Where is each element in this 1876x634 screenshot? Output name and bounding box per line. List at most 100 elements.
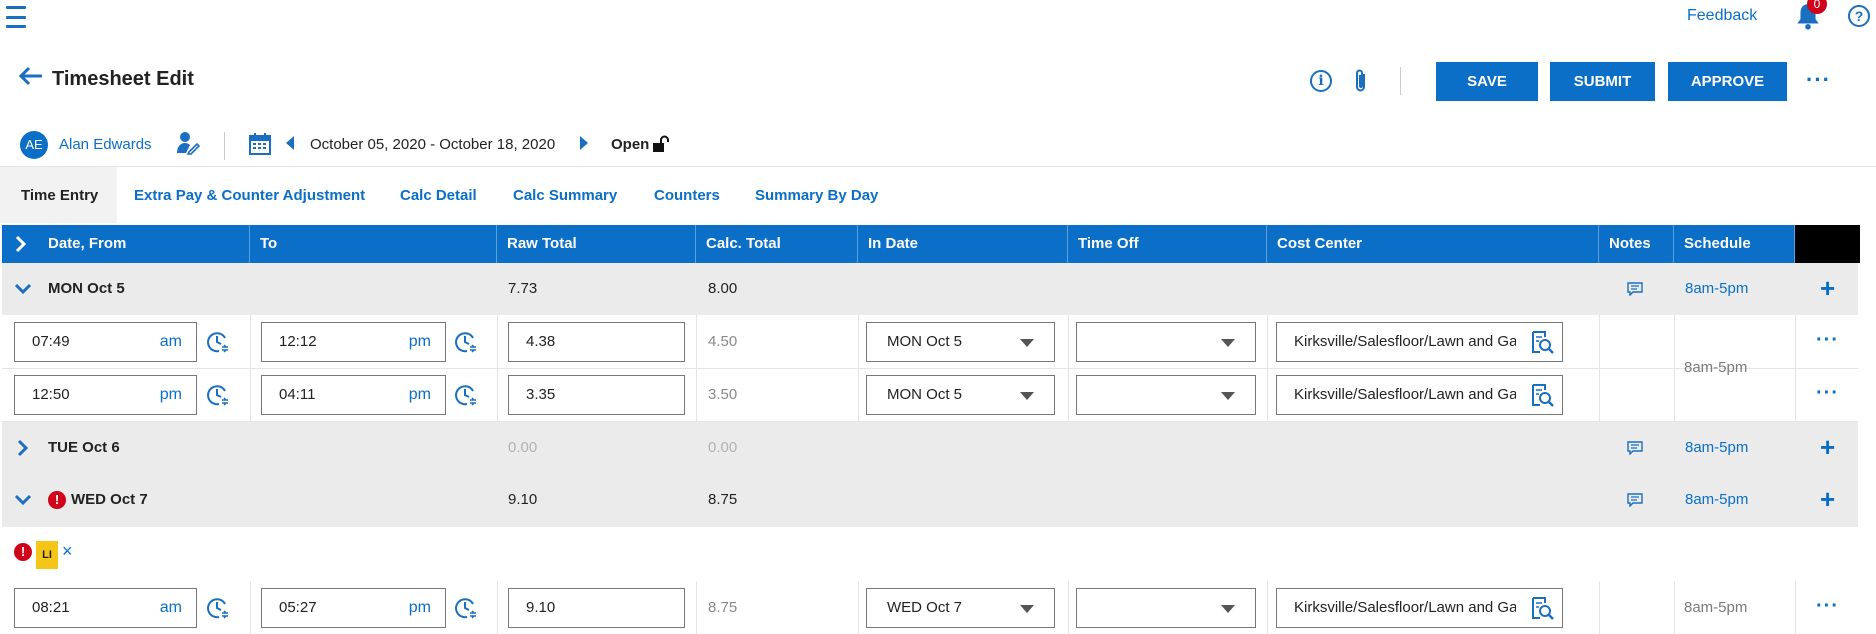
from-time-input[interactable]: 12:50 pm <box>14 375 197 415</box>
raw-total-input[interactable]: 9.10 <box>508 588 685 628</box>
divider <box>497 315 498 368</box>
tab-extra-pay[interactable]: Extra Pay & Counter Adjustment <box>134 187 365 204</box>
column-header-schedule[interactable]: Schedule <box>1674 225 1795 263</box>
add-entry-icon[interactable]: + <box>1820 486 1835 512</box>
chevron-right-icon[interactable] <box>14 439 32 457</box>
tab-summary-by-day[interactable]: Summary By Day <box>755 187 878 204</box>
tab-counters[interactable]: Counters <box>654 187 720 204</box>
tab-calc-detail[interactable]: Calc Detail <box>400 187 477 204</box>
in-date-select[interactable]: MON Oct 5 <box>866 375 1055 415</box>
add-entry-icon[interactable]: + <box>1820 275 1835 301</box>
notes-icon[interactable] <box>1627 493 1643 507</box>
clock-icon[interactable] <box>206 383 230 407</box>
column-header-raw-total[interactable]: Raw Total <box>497 225 696 263</box>
time-off-select[interactable] <box>1076 375 1256 415</box>
lookup-icon[interactable] <box>1530 330 1554 354</box>
tab-time-entry[interactable]: Time Entry <box>21 187 98 204</box>
to-ampm[interactable]: pm <box>409 386 431 404</box>
add-entry-icon[interactable]: + <box>1820 434 1835 460</box>
row-more-options-icon[interactable]: ··· <box>1816 596 1839 616</box>
clock-icon[interactable] <box>454 383 478 407</box>
cost-center-input[interactable]: Kirksville/Salesfloor/Lawn and Garden <box>1276 322 1563 362</box>
day-row-mon[interactable]: MON Oct 5 7.73 8.00 8am-5pm + <box>2 263 1858 315</box>
remove-exception-icon[interactable]: × <box>62 541 73 562</box>
to-time-input[interactable]: 05:27 pm <box>261 588 446 628</box>
attachment-icon[interactable] <box>1354 68 1368 94</box>
notes-icon[interactable] <box>1627 282 1643 296</box>
timesheet-status: Open <box>611 136 650 153</box>
approve-button[interactable]: APPROVE <box>1668 62 1787 101</box>
divider <box>1674 315 1675 368</box>
clock-icon[interactable] <box>454 596 478 620</box>
column-header-time-off[interactable]: Time Off <box>1068 225 1267 263</box>
more-options-icon[interactable]: ··· <box>1806 69 1831 91</box>
cost-center-input[interactable]: Kirksville/Salesfloor/Lawn and Garden <box>1276 588 1563 628</box>
day-label: MON Oct 5 <box>48 280 125 297</box>
clock-icon[interactable] <box>206 330 230 354</box>
schedule-link[interactable]: 8am-5pm <box>1685 280 1748 297</box>
from-ampm[interactable]: am <box>160 599 182 617</box>
previous-period-icon[interactable] <box>286 136 294 150</box>
clock-icon[interactable] <box>454 330 478 354</box>
caret-down-icon <box>1221 605 1235 613</box>
row-more-options-icon[interactable]: ··· <box>1816 383 1839 403</box>
chevron-down-icon[interactable] <box>14 280 32 298</box>
employee-name-link[interactable]: Alan Edwards <box>59 136 152 153</box>
save-button[interactable]: SAVE <box>1436 62 1538 101</box>
divider <box>250 315 251 368</box>
exception-badge[interactable]: LI <box>36 541 58 569</box>
from-ampm[interactable]: am <box>160 333 182 351</box>
cost-center-input[interactable]: Kirksville/Salesfloor/Lawn and Garden <box>1276 375 1563 415</box>
to-time-input[interactable]: 12:12 pm <box>261 322 446 362</box>
clock-icon[interactable] <box>206 596 230 620</box>
grid-header: Date, From To Raw Total Calc. Total In D… <box>2 225 1860 263</box>
divider <box>1267 315 1268 368</box>
in-date-select[interactable]: WED Oct 7 <box>866 588 1055 628</box>
from-time-input[interactable]: 08:21 am <box>14 588 197 628</box>
chevron-down-icon[interactable] <box>14 491 32 509</box>
column-header-in-date[interactable]: In Date <box>858 225 1068 263</box>
to-time-value: 04:11 <box>279 386 316 403</box>
day-row-wed[interactable]: ! WED Oct 7 9.10 8.75 8am-5pm + <box>2 474 1858 527</box>
raw-total-value: 3.35 <box>526 386 556 403</box>
to-time-input[interactable]: 04:11 pm <box>261 375 446 415</box>
to-ampm[interactable]: pm <box>409 599 431 617</box>
unlock-icon[interactable] <box>652 135 670 153</box>
lookup-icon[interactable] <box>1530 383 1554 407</box>
time-off-select[interactable] <box>1076 322 1256 362</box>
time-off-select[interactable] <box>1076 588 1256 628</box>
from-time-input[interactable]: 07:49 am <box>14 322 197 362</box>
row-more-options-icon[interactable]: ··· <box>1816 330 1839 350</box>
column-header-to[interactable]: To <box>250 225 497 263</box>
expand-all-icon[interactable] <box>12 235 30 253</box>
help-icon[interactable]: ? <box>1848 5 1870 27</box>
feedback-link[interactable]: Feedback <box>1687 7 1757 25</box>
from-ampm[interactable]: pm <box>160 386 182 404</box>
column-header-date-from[interactable]: Date, From <box>38 225 250 263</box>
schedule-link[interactable]: 8am-5pm <box>1685 439 1748 456</box>
cost-center-value: Kirksville/Salesfloor/Lawn and Garden <box>1294 386 1516 403</box>
to-ampm[interactable]: pm <box>409 333 431 351</box>
raw-total-input[interactable]: 3.35 <box>508 375 685 415</box>
raw-total-input[interactable]: 4.38 <box>508 322 685 362</box>
column-header-calc-total[interactable]: Calc. Total <box>696 225 858 263</box>
calendar-icon[interactable] <box>248 132 272 156</box>
lookup-icon[interactable] <box>1530 596 1554 620</box>
submit-button[interactable]: SUBMIT <box>1550 62 1655 101</box>
cost-center-value: Kirksville/Salesfloor/Lawn and Garden <box>1294 333 1516 350</box>
from-time-value: 12:50 <box>32 386 70 403</box>
user-edit-icon[interactable] <box>176 131 200 155</box>
info-icon[interactable]: i <box>1310 70 1332 92</box>
menu-icon[interactable] <box>6 4 26 30</box>
notes-icon[interactable] <box>1627 441 1643 455</box>
schedule-link[interactable]: 8am-5pm <box>1685 491 1748 508</box>
day-row-tue[interactable]: TUE Oct 6 0.00 0.00 8am-5pm + <box>2 422 1858 474</box>
in-date-select[interactable]: MON Oct 5 <box>866 322 1055 362</box>
column-header-notes[interactable]: Notes <box>1599 225 1674 263</box>
column-header-cost-center[interactable]: Cost Center <box>1267 225 1599 263</box>
from-time-value: 08:21 <box>32 599 70 616</box>
back-arrow-icon[interactable] <box>18 66 44 86</box>
day-calc-total: 0.00 <box>708 439 738 456</box>
next-period-icon[interactable] <box>580 136 588 150</box>
tab-calc-summary[interactable]: Calc Summary <box>513 187 617 204</box>
